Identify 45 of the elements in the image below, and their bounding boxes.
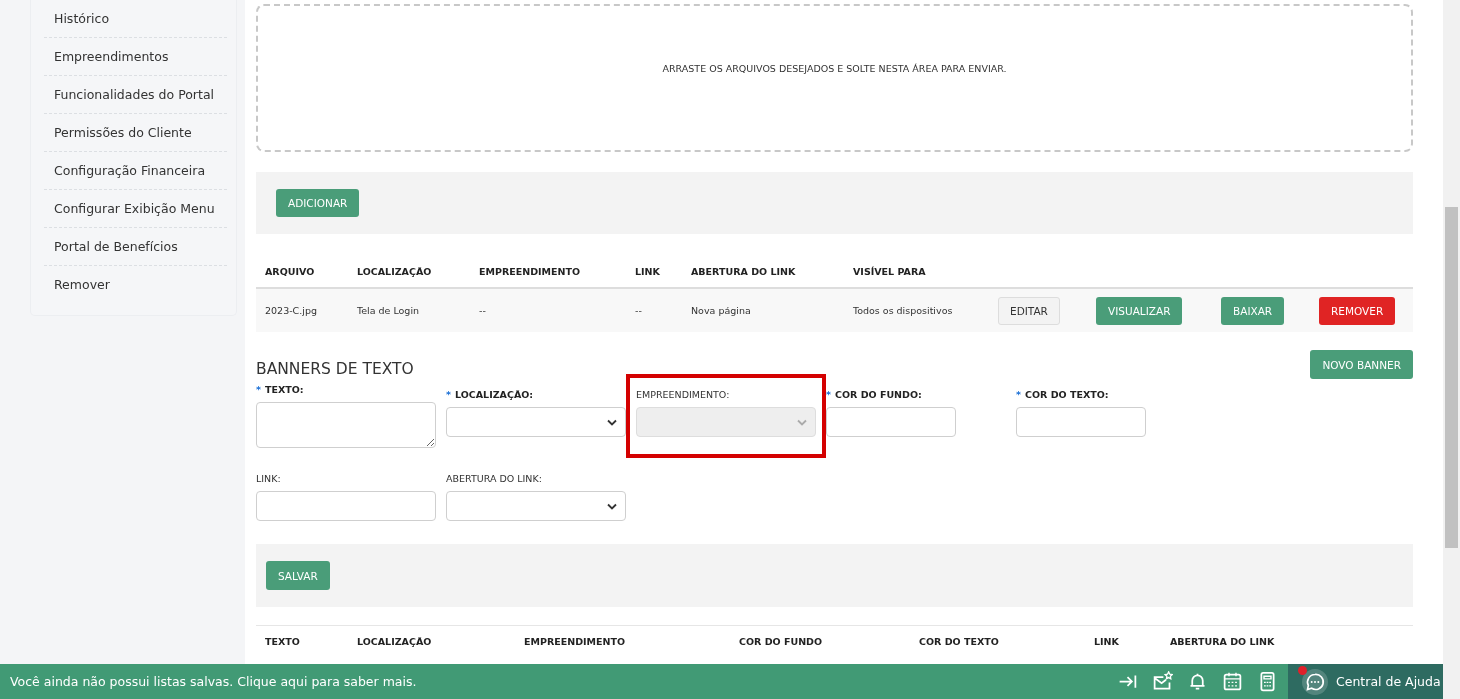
required-mark: * xyxy=(446,389,451,400)
input-field[interactable] xyxy=(826,407,956,437)
field-label: * TEXTO: xyxy=(256,384,305,397)
row-action-button[interactable]: REMOVER xyxy=(1319,296,1396,325)
sidebar-item[interactable]: Histórico xyxy=(44,0,227,38)
section-title: BANNERS DE TEXTO xyxy=(256,359,414,379)
field-label: * COR DO FUNDO: xyxy=(826,389,923,402)
sidebar-item[interactable]: Portal de Benefícios xyxy=(44,228,227,266)
dropzone-text: ARRASTE OS ARQUIVOS DESEJADOS E SOLTE NESTA ÁREA PARA ENVIAR. xyxy=(662,62,1007,74)
required-mark: * xyxy=(256,384,261,395)
row-action-button[interactable]: EDITAR xyxy=(998,296,1060,325)
help-center-button[interactable]: Central de Ajuda xyxy=(1288,664,1443,699)
field-label: EMPREENDIMENTO: xyxy=(636,389,731,402)
field-label: * COR DO TEXTO: xyxy=(1016,389,1110,402)
table-cell: 2023-C.jpg xyxy=(256,288,348,332)
envelope-star-icon[interactable] xyxy=(1152,671,1173,692)
chevron-down-icon xyxy=(797,418,807,426)
field-label: * LOCALIZAÇÃO: xyxy=(446,389,535,402)
sidebar-item[interactable]: Configuração Financeira xyxy=(44,152,227,190)
input-field[interactable] xyxy=(1016,407,1146,437)
input-field[interactable] xyxy=(256,491,436,521)
sidebar-item[interactable]: Remover xyxy=(44,266,227,303)
scrollbar[interactable] xyxy=(1443,0,1460,699)
table-cell: -- xyxy=(626,288,682,332)
sidebar-item[interactable]: Empreendimentos xyxy=(44,38,227,76)
required-mark: * xyxy=(826,389,831,400)
table-cell: Nova página xyxy=(682,288,844,332)
field-label: LINK: xyxy=(256,473,282,486)
sidebar-item[interactable]: Funcionalidades do Portal xyxy=(44,76,227,114)
required-mark: * xyxy=(1016,389,1021,400)
file-dropzone[interactable]: ARRASTE OS ARQUIVOS DESEJADOS E SOLTE NESTA ÁREA PARA ENVIAR. xyxy=(256,4,1413,152)
select-dropdown[interactable] xyxy=(446,491,626,521)
calculator-icon[interactable] xyxy=(1257,671,1278,692)
field-label: ABERTURA DO LINK: xyxy=(446,473,543,486)
chat-bubble-icon xyxy=(1302,668,1328,695)
table-cell: Todos os dispositivos xyxy=(844,288,998,332)
text-area[interactable] xyxy=(256,402,436,448)
sidebar-item[interactable]: Permissões do Cliente xyxy=(44,114,227,152)
table-cell: Tela de Login xyxy=(348,288,470,332)
chevron-down-icon xyxy=(607,418,617,426)
select-dropdown[interactable] xyxy=(446,407,626,437)
chevron-down-icon xyxy=(607,502,617,510)
sidebar-item[interactable]: Configurar Exibição Menu xyxy=(44,190,227,228)
calendar-icon[interactable] xyxy=(1222,671,1243,692)
table-cell: -- xyxy=(470,288,626,332)
